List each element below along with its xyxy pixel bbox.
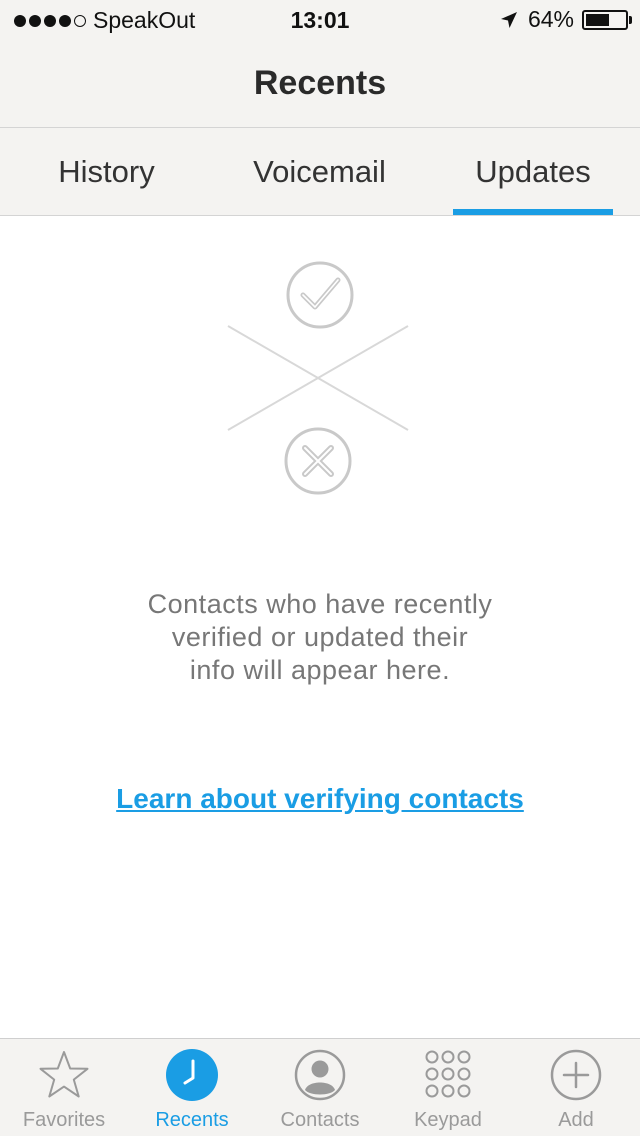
empty-state-message: Contacts who have recently verified or u… — [80, 588, 560, 687]
location-arrow-icon — [500, 11, 517, 28]
tab-history[interactable]: History — [0, 128, 213, 216]
bottom-tab-bar: Favorites Recents Contacts Keypad Add — [0, 1038, 640, 1136]
tab-label: Keypad — [414, 1109, 482, 1131]
tab-keypad[interactable]: Keypad — [384, 1039, 512, 1137]
status-bar: SpeakOut 13:01 64% — [0, 0, 640, 40]
battery-icon — [582, 9, 632, 30]
navigation-bar: Recents — [0, 40, 640, 128]
message-line: Contacts who have recently — [147, 589, 493, 619]
battery-percent: 64% — [527, 6, 574, 32]
status-right: 64% — [500, 6, 632, 33]
tab-contacts[interactable]: Contacts — [256, 1039, 384, 1137]
page-title: Recents — [253, 64, 387, 102]
verification-illustration — [227, 261, 409, 495]
tab-label: Add — [558, 1109, 594, 1131]
learn-verifying-contacts-link[interactable]: Learn about verifying contacts — [0, 783, 640, 815]
selected-tab-indicator — [453, 209, 613, 215]
keypad-icon — [425, 1050, 471, 1098]
tab-label: Favorites — [22, 1109, 106, 1131]
tab-label: Recents — [155, 1109, 229, 1131]
star-icon — [39, 1051, 89, 1098]
person-icon — [294, 1049, 346, 1101]
check-circle-icon — [286, 261, 354, 329]
clock-icon — [166, 1049, 218, 1101]
message-line: info will appear here. — [189, 655, 451, 685]
plus-icon — [550, 1049, 602, 1101]
tab-add[interactable]: Add — [512, 1039, 640, 1137]
tab-updates[interactable]: Updates — [426, 128, 640, 216]
x-circle-icon — [284, 427, 352, 495]
recents-segment-tabs: History Voicemail Updates — [0, 128, 640, 216]
message-line: verified or updated their — [171, 622, 469, 652]
tab-favorites[interactable]: Favorites — [0, 1039, 128, 1137]
battery-fill — [586, 13, 609, 26]
tab-label: Contacts — [280, 1109, 360, 1131]
tab-recents[interactable]: Recents — [128, 1039, 256, 1137]
tab-voicemail[interactable]: Voicemail — [213, 128, 426, 216]
